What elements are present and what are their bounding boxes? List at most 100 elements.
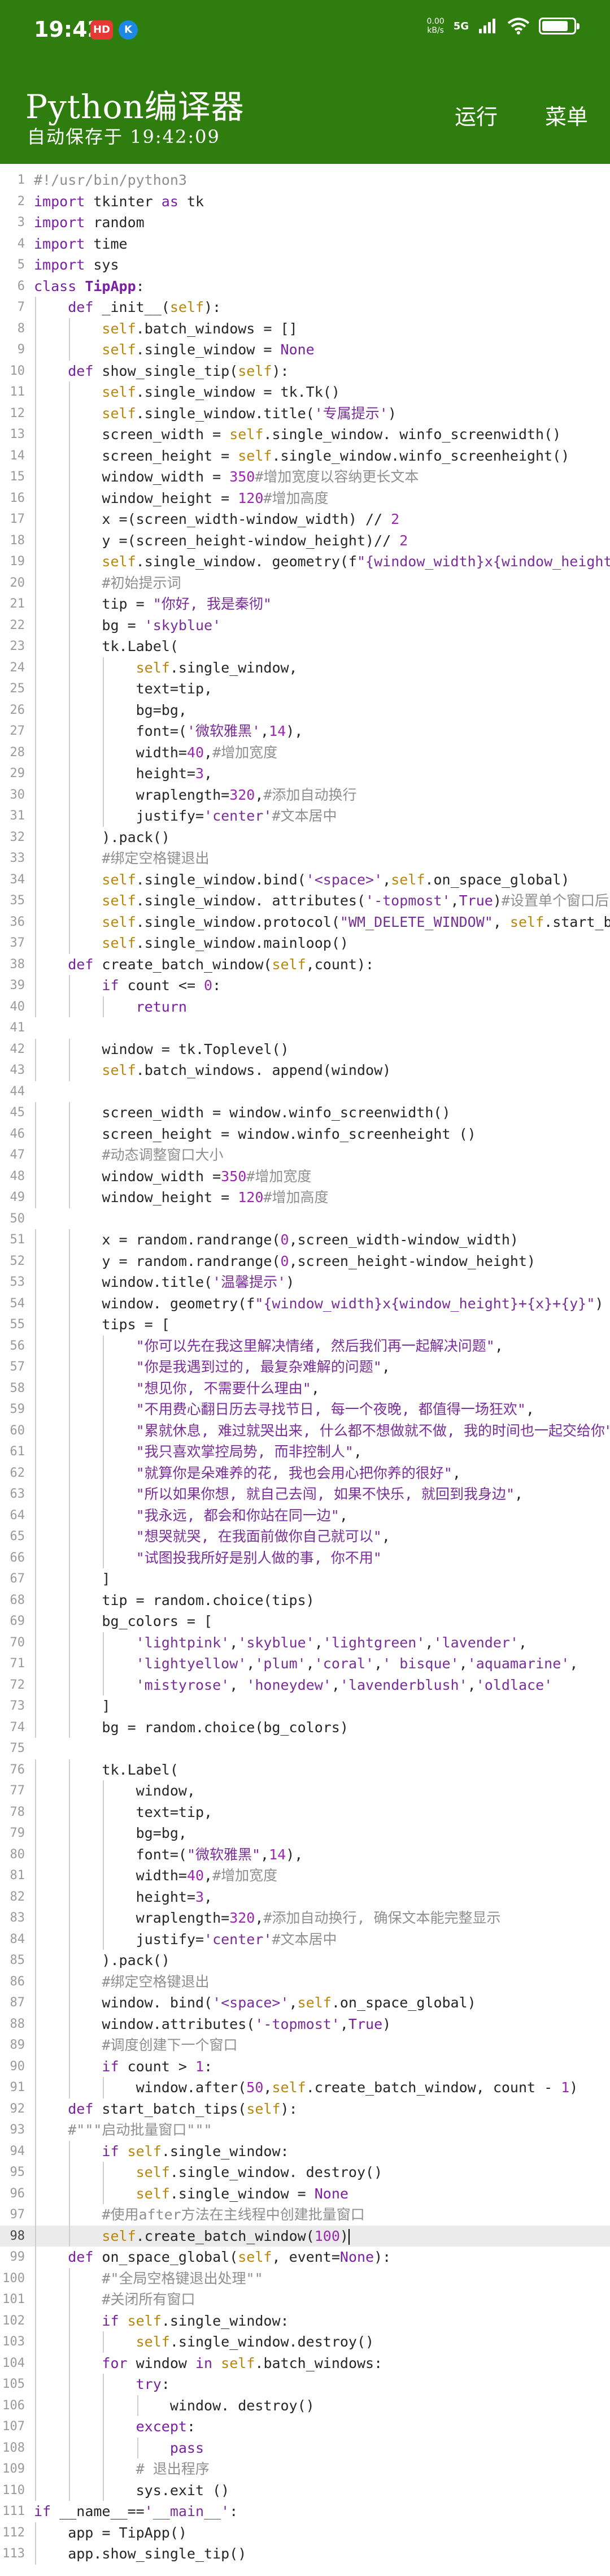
- code-line[interactable]: 68 tip = random.choice(tips): [0, 1589, 610, 1611]
- code-text[interactable]: self.single_window = None: [34, 339, 314, 361]
- code-text[interactable]: import time: [34, 233, 128, 255]
- code-line[interactable]: 109 # 退出程序: [0, 2458, 610, 2480]
- code-text[interactable]: font=('微软雅黑',14),: [34, 721, 303, 742]
- code-line[interactable]: 2 import tkinter as tk: [0, 191, 610, 213]
- code-text[interactable]: height=3,: [34, 763, 213, 784]
- code-text[interactable]: self.single_window.title('专属提示'): [34, 403, 396, 424]
- code-line[interactable]: 85 ).pack(): [0, 1950, 610, 1971]
- code-text[interactable]: bg = random.choice(bg_colors): [34, 1717, 348, 1738]
- code-text[interactable]: if count > 1:: [34, 2056, 212, 2078]
- code-text[interactable]: if self.single_window:: [34, 2141, 289, 2162]
- code-line[interactable]: 112 app = TipApp(): [0, 2522, 610, 2543]
- code-text[interactable]: self.single_window. attributes('-topmost…: [34, 890, 609, 912]
- code-line[interactable]: 47 #动态调整窗口大小: [0, 1144, 610, 1166]
- code-text[interactable]: self.single_window.protocol("WM_DELETE_W…: [34, 912, 610, 933]
- code-line[interactable]: 9 self.single_window = None: [0, 339, 610, 361]
- code-line[interactable]: 100 #"全局空格键退出处理"": [0, 2267, 610, 2289]
- code-text[interactable]: #初始提示词: [34, 573, 181, 594]
- code-line[interactable]: 76 tk.Label(: [0, 1759, 610, 1780]
- code-text[interactable]: "不用费心翻日历去寻找节日, 每一个夜晚, 都值得一场狂欢",: [34, 1399, 534, 1420]
- code-text[interactable]: height=3,: [34, 1887, 213, 1908]
- code-text[interactable]: window = tk.Toplevel(): [34, 1039, 289, 1060]
- code-text[interactable]: import random: [34, 212, 145, 233]
- code-line[interactable]: 34 self.single_window.bind('<space>',sel…: [0, 869, 610, 890]
- code-text[interactable]: window. destroy(): [34, 2395, 315, 2417]
- code-text[interactable]: window_width = 350#增加宽度以容纳更长文本: [34, 466, 419, 488]
- code-text[interactable]: width=40,#增加宽度: [34, 742, 278, 764]
- code-text[interactable]: 'mistyrose', 'honeydew','lavenderblush',…: [34, 1675, 553, 1696]
- code-line[interactable]: 48 window_width =350#增加宽度: [0, 1165, 610, 1187]
- code-line[interactable]: 51 x = random.randrange(0,screen_width-w…: [0, 1229, 610, 1251]
- code-line[interactable]: 29 height=3,: [0, 763, 610, 784]
- code-line[interactable]: 42 window = tk.Toplevel(): [0, 1038, 610, 1060]
- code-line[interactable]: 69 bg_colors = [: [0, 1611, 610, 1632]
- code-line[interactable]: 88 window.attributes('-topmost',True): [0, 2013, 610, 2035]
- code-line[interactable]: 83 wraplength=320,#添加自动换行, 确保文本能完整显示: [0, 1907, 610, 1929]
- code-text[interactable]: ).pack(): [34, 1950, 169, 1971]
- code-line[interactable]: 54 window. geometry(f"{window_width}x{wi…: [0, 1293, 610, 1314]
- code-line[interactable]: 92 def start_batch_tips(self):: [0, 2098, 610, 2119]
- code-line[interactable]: 61 "我只喜欢掌控局势, 而非控制人",: [0, 1441, 610, 1463]
- code-line[interactable]: 1 #!/usr/bin/python3: [0, 170, 610, 191]
- code-line[interactable]: 104 for window in self.batch_windows:: [0, 2352, 610, 2374]
- code-text[interactable]: "就算你是朵难养的花, 我也会用心把你养的很好",: [34, 1463, 461, 1484]
- code-text[interactable]: window_height = 120#增加高度: [34, 488, 328, 509]
- code-line[interactable]: 28 width=40,#增加宽度: [0, 741, 610, 764]
- code-line[interactable]: 63 "所以如果你想, 就自己去闯, 如果不快乐, 就回到我身边",: [0, 1484, 610, 1505]
- code-text[interactable]: # 退出程序: [34, 2458, 210, 2480]
- code-text[interactable]: pass: [34, 2438, 204, 2459]
- code-line[interactable]: 64 "我永远, 都会和你站在同一边",: [0, 1504, 610, 1526]
- code-line[interactable]: 32 ).pack(): [0, 826, 610, 848]
- code-text[interactable]: if self.single_window:: [34, 2310, 289, 2332]
- code-text[interactable]: ]: [34, 1695, 110, 1717]
- code-line[interactable]: 49 window_height = 120#增加高度: [0, 1187, 610, 1208]
- code-text[interactable]: x = random.randrange(0,screen_width-wind…: [34, 1229, 518, 1251]
- code-line[interactable]: 41: [0, 1017, 610, 1039]
- code-line[interactable]: 93 #"""启动批量窗口""": [0, 2119, 610, 2141]
- code-text[interactable]: self.single_window,: [34, 657, 298, 679]
- code-line[interactable]: 59 "不用费心翻日历去寻找节日, 每一个夜晚, 都值得一场狂欢",: [0, 1399, 610, 1420]
- code-text[interactable]: window_height = 120#增加高度: [34, 1187, 328, 1208]
- code-line[interactable]: 4 import time: [0, 233, 610, 255]
- code-editor[interactable]: 1 #!/usr/bin/python3 2 import tkinter as tk…: [0, 164, 610, 2576]
- code-text[interactable]: "你是我遇到过的, 最复杂难解的问题",: [34, 1356, 390, 1378]
- code-line[interactable]: 12 self.single_window.title('专属提示'): [0, 402, 610, 424]
- code-text[interactable]: #动态调整窗口大小: [34, 1144, 223, 1166]
- code-line[interactable]: 98 self.create_batch_window(100): [0, 2225, 610, 2247]
- code-text[interactable]: window,: [34, 1780, 195, 1802]
- code-text[interactable]: self.single_window = tk.Tk(): [34, 381, 339, 403]
- code-text[interactable]: y =(screen_height-window_height)// 2: [34, 530, 408, 552]
- code-text[interactable]: #使用after方法在主线程中创建批量窗口: [34, 2204, 364, 2226]
- code-text[interactable]: self.single_window. geometry(f"{window_w…: [34, 551, 610, 573]
- code-text[interactable]: def create_batch_window(self,count):: [34, 954, 374, 975]
- code-line[interactable]: 73 ]: [0, 1695, 610, 1717]
- code-text[interactable]: #关闭所有窗口: [34, 2289, 195, 2310]
- code-line[interactable]: 86 #绑定空格键退出: [0, 1971, 610, 1992]
- code-line[interactable]: 62 "就算你是朵难养的花, 我也会用心把你养的很好",: [0, 1462, 610, 1484]
- code-text[interactable]: return: [34, 996, 187, 1018]
- code-text[interactable]: def on_space_global(self, event=None):: [34, 2247, 391, 2268]
- code-line[interactable]: 16 window_height = 120#增加高度: [0, 487, 610, 509]
- code-text[interactable]: self.batch_windows = []: [34, 318, 297, 340]
- code-line[interactable]: 108 pass: [0, 2437, 610, 2459]
- code-line[interactable]: 44: [0, 1081, 610, 1103]
- code-line[interactable]: 22 bg = 'skyblue': [0, 614, 610, 636]
- code-text[interactable]: for window in self.batch_windows:: [34, 2353, 382, 2374]
- code-text[interactable]: tip = random.choice(tips): [34, 1590, 314, 1611]
- code-text[interactable]: window.after(50,self.create_batch_window…: [34, 2077, 578, 2098]
- code-text[interactable]: class TipApp:: [34, 276, 145, 297]
- code-text[interactable]: screen_width = window.winfo_screenwidth(…: [34, 1102, 450, 1124]
- code-line[interactable]: 26 bg=bg,: [0, 699, 610, 721]
- code-text[interactable]: 'lightpink','skyblue','lightgreen','lave…: [34, 1632, 527, 1654]
- code-text[interactable]: "想见你, 不需要什么理由",: [34, 1378, 320, 1399]
- code-text[interactable]: tk.Label(: [34, 636, 178, 657]
- code-line[interactable]: 95 self.single_window. destroy(): [0, 2162, 610, 2183]
- code-line[interactable]: 20 #初始提示词: [0, 572, 610, 594]
- code-text[interactable]: y = random.randrange(0,screen_height-win…: [34, 1251, 535, 1272]
- code-text[interactable]: try:: [34, 2374, 170, 2395]
- code-line[interactable]: 71 'lightyellow','plum','coral',' bisque…: [0, 1653, 610, 1675]
- code-text[interactable]: tips = [: [34, 1314, 169, 1335]
- code-text[interactable]: "所以如果你想, 就自己去闯, 如果不快乐, 就回到我身边",: [34, 1484, 523, 1505]
- code-line[interactable]: 106 window. destroy(): [0, 2395, 610, 2417]
- code-line[interactable]: 50: [0, 1208, 610, 1230]
